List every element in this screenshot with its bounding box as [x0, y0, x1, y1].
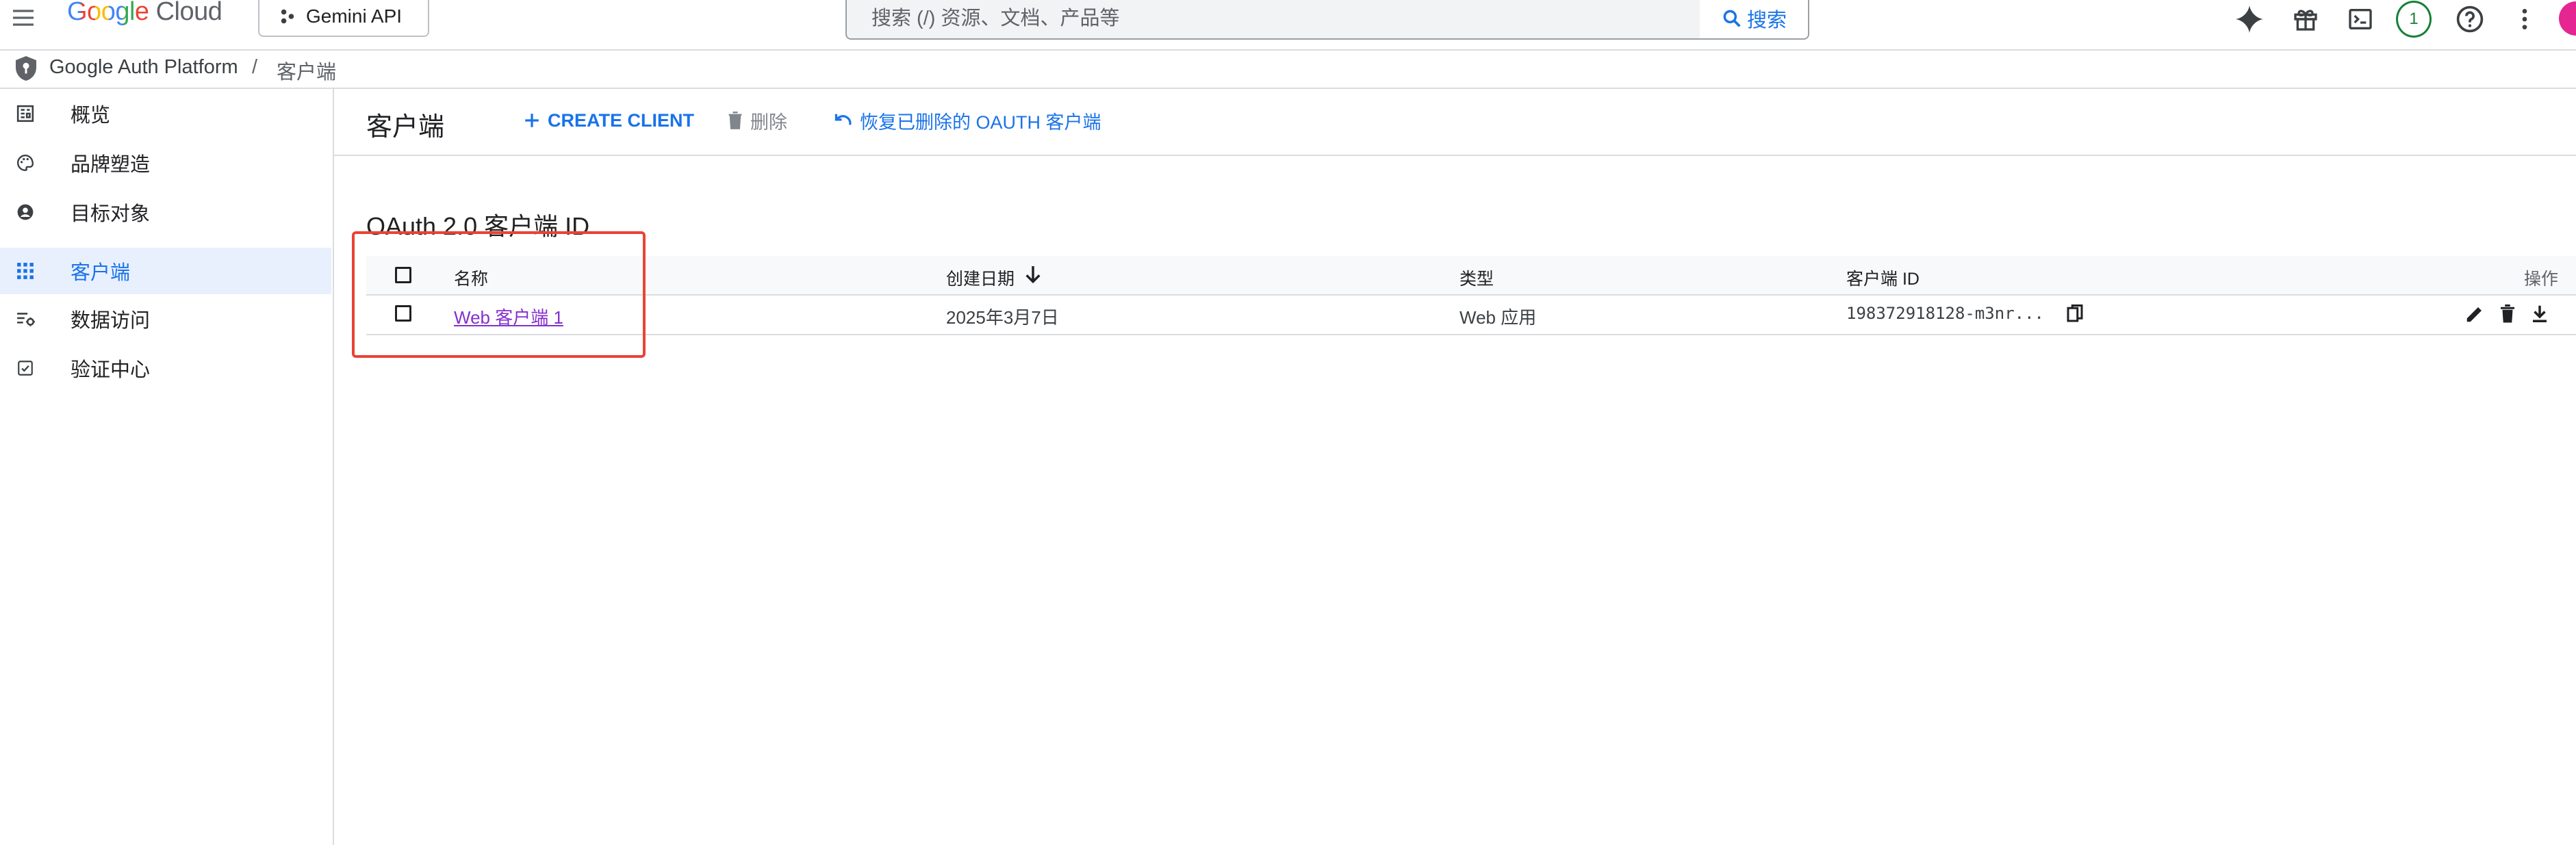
logo-google: Google: [67, 0, 149, 26]
highlight-box: [352, 231, 646, 358]
create-client-button[interactable]: CREATE CLIENT: [523, 107, 694, 134]
top-bar: Google Cloud Gemini API 搜索 1: [0, 0, 2576, 51]
client-created-date: 2025年3月7日: [946, 307, 1059, 328]
shield-lock-icon: [14, 55, 38, 82]
column-header-type[interactable]: 类型: [1459, 265, 1494, 290]
sidebar-item-audience[interactable]: 目标对象: [0, 189, 331, 235]
table-header-row: 名称 创建日期 类型 客户端 ID 操作: [366, 256, 2576, 296]
column-header-client-id[interactable]: 客户端 ID: [1846, 265, 1920, 290]
help-icon[interactable]: [2452, 1, 2488, 37]
download-icon[interactable]: [2529, 302, 2550, 324]
project-picker-button[interactable]: Gemini API: [258, 0, 429, 37]
sidebar-item-label: 概览: [71, 105, 111, 127]
sidebar-item-data-access[interactable]: 数据访问: [0, 296, 331, 342]
project-name: Gemini API: [306, 5, 403, 27]
edit-icon[interactable]: [2464, 304, 2485, 324]
palette-icon: [16, 154, 34, 172]
data-settings-icon: [16, 310, 35, 328]
breadcrumb: [0, 49, 2576, 89]
notifications-count-icon[interactable]: 1: [2396, 1, 2432, 38]
cloud-shell-terminal-icon[interactable]: [2343, 1, 2378, 37]
sort-descending-icon[interactable]: [1022, 263, 1044, 286]
project-dots-icon: [279, 8, 296, 25]
trash-icon: [727, 111, 743, 130]
search-button-label: 搜索: [1746, 10, 1787, 31]
sidebar-item-label: 目标对象: [71, 203, 151, 225]
sidebar-item-clients[interactable]: 客户端: [0, 248, 331, 294]
search-box: [845, 0, 1701, 40]
delete-row-icon[interactable]: [2499, 304, 2516, 324]
dashboard-icon: [16, 105, 34, 122]
create-client-label: CREATE CLIENT: [548, 109, 694, 131]
gift-icon[interactable]: [2288, 1, 2323, 37]
sidebar: 概览 品牌塑造 目标对象 客户端 数据访问 验证中心: [0, 89, 334, 845]
hamburger-menu-icon[interactable]: [10, 4, 37, 31]
notification-count: 1: [2396, 1, 2432, 38]
column-header-created[interactable]: 创建日期: [946, 265, 1015, 290]
search-button[interactable]: 搜索: [1700, 0, 1809, 40]
column-header-actions: 操作: [2524, 270, 2559, 289]
add-icon: [523, 112, 541, 129]
account-circle-icon: [16, 203, 34, 221]
verified-check-icon: [16, 359, 34, 377]
restore-deleted-clients-button[interactable]: 恢复已删除的 OAUTH 客户端: [834, 107, 1101, 134]
sidebar-item-overview[interactable]: 概览: [0, 90, 331, 137]
copy-icon[interactable]: [2066, 304, 2084, 324]
undo-icon: [834, 112, 854, 129]
breadcrumb-current: 客户端: [277, 62, 337, 83]
page-title: 客户端: [366, 113, 445, 142]
client-id-value: 198372918128-m3nr...: [1846, 304, 2044, 323]
breadcrumb-separator: /: [252, 56, 258, 78]
sidebar-item-label: 客户端: [71, 262, 131, 284]
sidebar-item-branding[interactable]: 品牌塑造: [0, 140, 331, 186]
search-icon: [1721, 8, 1743, 29]
client-type: Web 应用: [1459, 307, 1537, 328]
sidebar-item-label: 品牌塑造: [71, 154, 151, 176]
search-input[interactable]: [847, 0, 1681, 38]
sidebar-item-label: 验证中心: [71, 359, 151, 381]
apps-grid-icon: [16, 262, 34, 280]
more-vert-icon[interactable]: [2507, 1, 2542, 37]
restore-label: 恢复已删除的 OAUTH 客户端: [860, 112, 1101, 133]
table-row: Web 客户端 1 2025年3月7日 Web 应用 198372918128-…: [366, 296, 2576, 335]
sidebar-item-label: 数据访问: [71, 310, 151, 332]
gemini-spark-icon[interactable]: [2232, 1, 2267, 37]
google-cloud-logo[interactable]: Google Cloud: [67, 0, 222, 27]
breadcrumb-root-link[interactable]: Google Auth Platform: [49, 56, 238, 79]
sidebar-item-verification[interactable]: 验证中心: [0, 345, 331, 391]
logo-cloud: Cloud: [155, 0, 222, 26]
delete-label: 删除: [750, 112, 787, 133]
account-avatar-icon[interactable]: [2559, 1, 2576, 36]
delete-button[interactable]: 删除: [727, 107, 787, 134]
